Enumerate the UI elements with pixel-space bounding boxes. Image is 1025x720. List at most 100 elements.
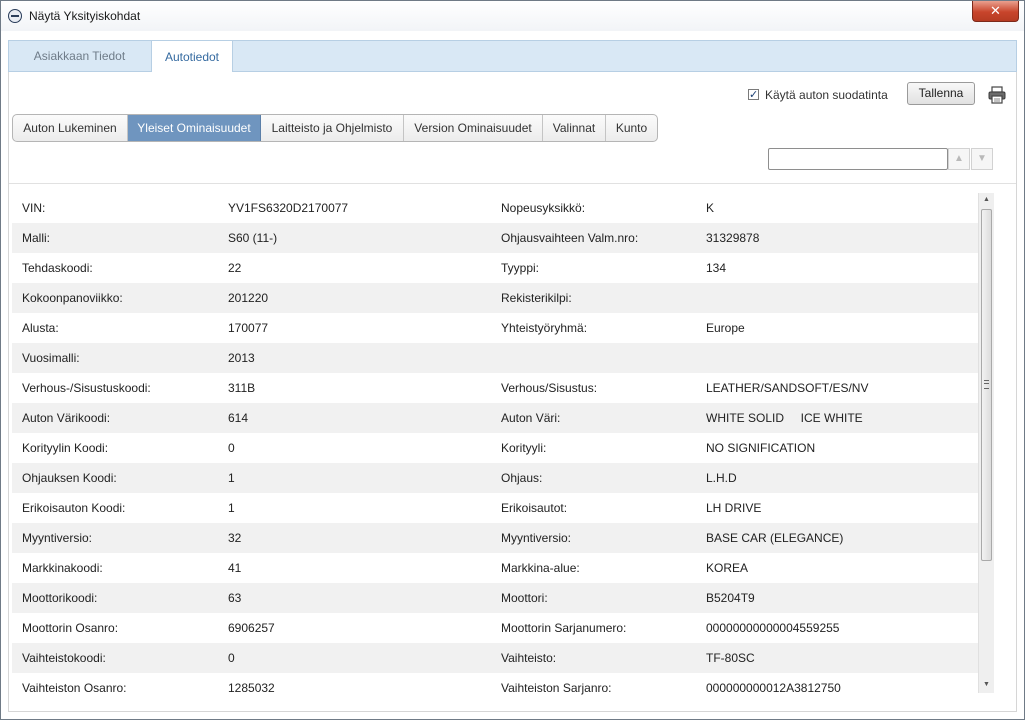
field-label: Markkina-alue: xyxy=(501,561,580,575)
app-logo-icon xyxy=(8,9,22,23)
table-row: Malli: S60 (11-) Ohjausvaihteen Valm.nro: 3… xyxy=(12,223,978,253)
field-value: TF-80SC xyxy=(706,651,755,665)
table-row: Korityylin Koodi: 0 Korityyli: NO SIGNIFICA… xyxy=(12,433,978,463)
tab-label: Laitteisto ja Ohjelmisto xyxy=(271,121,393,135)
field-value: WHITE SOLID ICE WHITE xyxy=(706,411,863,425)
field-label: VIN: xyxy=(22,201,46,215)
tab-hardware-software[interactable]: Laitteisto ja Ohjelmisto xyxy=(261,115,404,141)
search-input[interactable] xyxy=(768,148,948,170)
field-value: 2013 xyxy=(228,351,255,365)
field-label: Tehdaskoodi: xyxy=(22,261,93,275)
section-divider xyxy=(9,183,1016,184)
save-button[interactable]: Tallenna xyxy=(907,82,975,105)
field-label: Ohjaus: xyxy=(501,471,543,485)
field-value: 311B xyxy=(228,381,256,395)
chevron-up-icon: ▲ xyxy=(954,153,964,164)
details-table: VIN: YV1FS6320D2170077 Nopeusyksikkö: K Mall… xyxy=(12,193,978,703)
tab-options[interactable]: Valinnat xyxy=(543,115,606,141)
field-value: KOREA xyxy=(706,561,749,575)
grip-icon xyxy=(984,380,989,389)
field-label: Auton Väri: xyxy=(501,411,561,425)
field-value: 22 xyxy=(228,261,242,275)
field-label: Vaihteisto: xyxy=(501,651,557,665)
field-label: Vaihteistokoodi: xyxy=(22,651,106,665)
scroll-down-arrow-icon[interactable]: ▼ xyxy=(979,678,994,692)
details-scrollbar[interactable]: ▲ ▼ xyxy=(978,193,994,693)
field-value: 000000000012A3812750 xyxy=(706,681,841,695)
chevron-down-icon: ▼ xyxy=(977,153,987,164)
table-row: Moottorin Osanro: 6906257 Moottorin Sarjan… xyxy=(12,613,978,643)
field-label: Auton Värikoodi: xyxy=(22,411,111,425)
field-label: Moottorikoodi: xyxy=(22,591,98,605)
table-row: VIN: YV1FS6320D2170077 Nopeusyksikkö: K xyxy=(12,193,978,223)
field-value: 63 xyxy=(228,591,242,605)
search-next-button[interactable]: ▼ xyxy=(971,148,993,170)
table-row: Alusta: 170077 Yhteistyöryhmä: Europe xyxy=(12,313,978,343)
field-value: 134 xyxy=(706,261,727,275)
tab-label: Valinnat xyxy=(552,121,596,135)
table-row: Ohjauksen Koodi: 1 Ohjaus: L.H.D xyxy=(12,463,978,493)
field-label: Erikoisauton Koodi: xyxy=(22,501,126,515)
table-row: Myyntiversio: 32 Myyntiversio: BASE CAR (EL… xyxy=(12,523,978,553)
field-value: 1 xyxy=(228,471,235,485)
field-value: S60 (11-) xyxy=(228,231,278,245)
field-label: Moottorin Osanro: xyxy=(22,621,119,635)
field-value: 32 xyxy=(228,531,242,545)
field-label: Vuosimalli: xyxy=(22,351,80,365)
field-value: K xyxy=(706,201,715,215)
field-label: Markkinakoodi: xyxy=(22,561,103,575)
field-label: Rekisterikilpi: xyxy=(501,291,572,305)
vehicle-filter-checkbox[interactable]: ✓ xyxy=(748,89,759,100)
field-value: LH DRIVE xyxy=(706,501,762,515)
field-value: 614 xyxy=(228,411,249,425)
table-row: Vaihteistokoodi: 0 Vaihteisto: TF-80SC xyxy=(12,643,978,673)
field-label: Nopeusyksikkö: xyxy=(501,201,586,215)
field-label: Verhous/Sisustus: xyxy=(501,381,598,395)
printer-icon[interactable] xyxy=(988,86,1006,104)
tab-customer-info[interactable]: Asiakkaan Tiedot xyxy=(8,40,152,73)
table-row: Tehdaskoodi: 22 Tyyppi: 134 xyxy=(12,253,978,283)
table-row: Moottorikoodi: 63 Moottori: B5204T9 xyxy=(12,583,978,613)
tab-label: Asiakkaan Tiedot xyxy=(33,49,126,63)
search-previous-button[interactable]: ▲ xyxy=(948,148,970,170)
tab-label: Auton Lukeminen xyxy=(23,121,117,135)
tab-vehicle-info[interactable]: Autotiedot xyxy=(151,40,233,73)
tab-condition[interactable]: Kunto xyxy=(606,115,657,141)
tab-label: Version Ominaisuudet xyxy=(414,121,532,135)
tab-general-properties[interactable]: Yleiset Ominaisuudet xyxy=(128,115,261,141)
outer-tab-bar: Asiakkaan Tiedot Autotiedot xyxy=(8,40,1017,73)
field-value: L.H.D xyxy=(706,471,737,485)
field-value: 170077 xyxy=(228,321,269,335)
field-value: 1285032 xyxy=(228,681,275,695)
vehicle-filter-label[interactable]: Käytä auton suodatinta xyxy=(765,88,888,102)
field-label: Erikoisautot: xyxy=(501,501,568,515)
tab-version-properties[interactable]: Version Ominaisuudet xyxy=(404,115,543,141)
field-value: 41 xyxy=(228,561,242,575)
field-label: Vaihteiston Osanro: xyxy=(22,681,127,695)
table-row: Verhous-/Sisustuskoodi: 311B Verhous/Sisus… xyxy=(12,373,978,403)
table-row: Markkinakoodi: 41 Markkina-alue: KOREA xyxy=(12,553,978,583)
field-label: Kokoonpanoviikko: xyxy=(22,291,123,305)
field-value: 6906257 xyxy=(228,621,275,635)
tab-label: Kunto xyxy=(615,121,648,135)
table-row: Vaihteiston Osanro: 1285032 Vaihteiston Sa… xyxy=(12,673,978,703)
tab-vehicle-reading[interactable]: Auton Lukeminen xyxy=(13,115,128,141)
field-label: Tyyppi: xyxy=(501,261,540,275)
field-label: Moottorin Sarjanumero: xyxy=(501,621,627,635)
field-label: Verhous-/Sisustuskoodi: xyxy=(22,381,151,395)
table-row: Vuosimalli: 2013 xyxy=(12,343,978,373)
field-value: 31329878 xyxy=(706,231,760,245)
title-bar[interactable]: Näytä Yksityiskohdat ✕ xyxy=(1,1,1024,31)
field-label: Moottori: xyxy=(501,591,548,605)
field-label: Ohjausvaihteen Valm.nro: xyxy=(501,231,639,245)
scroll-up-arrow-icon[interactable]: ▲ xyxy=(979,193,994,207)
field-value: B5204T9 xyxy=(706,591,755,605)
field-label: Myyntiversio: xyxy=(501,531,572,545)
scrollbar-thumb[interactable] xyxy=(981,209,992,561)
field-value: 201220 xyxy=(228,291,269,305)
close-button[interactable]: ✕ xyxy=(972,1,1019,22)
field-label: Alusta: xyxy=(22,321,59,335)
sub-tab-bar: Auton Lukeminen Yleiset Ominaisuudet Lai… xyxy=(12,114,658,142)
tab-label: Autotiedot xyxy=(164,50,220,64)
field-label: Korityyli: xyxy=(501,441,547,455)
